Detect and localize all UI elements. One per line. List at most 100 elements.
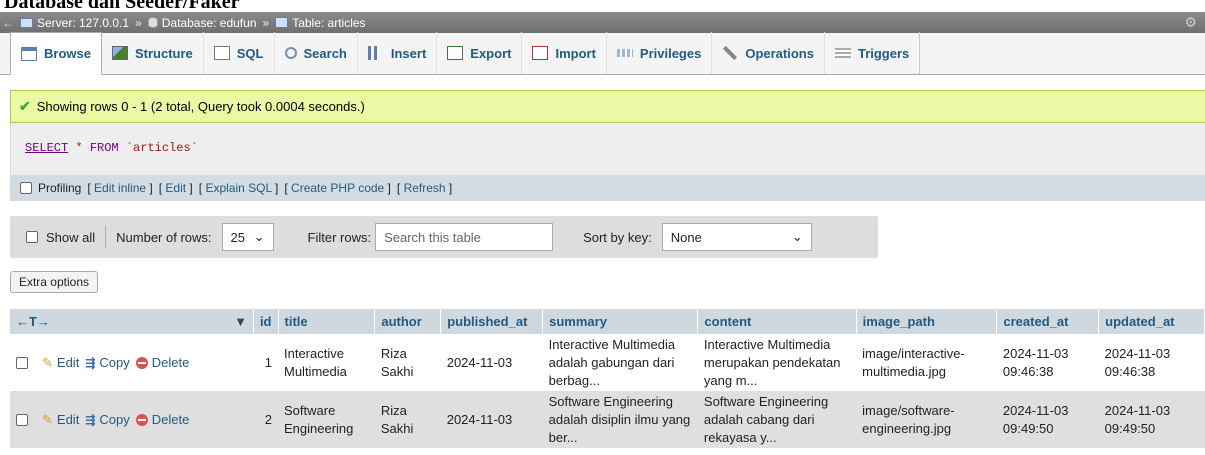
cell-published-at[interactable]: 2024-11-03 — [440, 334, 543, 391]
column-header-image-path[interactable]: image_path — [856, 309, 998, 334]
breadcrumb-table[interactable]: Table: articles — [271, 16, 369, 30]
copy-icon: ⇶ — [85, 355, 96, 370]
column-header-summary[interactable]: summary — [542, 309, 699, 334]
breadcrumb-database[interactable]: Database: edufun — [144, 16, 261, 30]
cell-image-path[interactable]: image/interactive-multimedia.jpg — [856, 334, 997, 391]
edit-link[interactable]: Edit — [165, 181, 186, 195]
success-message: ✔ Showing rows 0 - 1 (2 total, Query too… — [10, 90, 1205, 123]
delete-label: Delete — [151, 411, 190, 427]
number-of-rows-label: Number of rows: — [116, 229, 212, 245]
edit-button[interactable]: ✎ Edit — [42, 411, 79, 429]
filter-rows-input[interactable]: Search this table — [375, 223, 554, 251]
tab-export[interactable]: Export — [437, 32, 523, 74]
cell-content[interactable]: Interactive Multimedia merupakan pendeka… — [697, 334, 857, 391]
tab-label: Structure — [134, 45, 193, 61]
cell-updated-at[interactable]: 2024-11-03 09:49:50 — [1098, 391, 1205, 448]
sql-query-box: SELECT * FROM `articles` — [10, 123, 1205, 175]
column-header-created-at[interactable]: created_at — [996, 309, 1100, 334]
breadcrumb-server[interactable]: Server: 127.0.0.1 — [16, 16, 133, 30]
chevron-down-icon: ⌄ — [791, 229, 803, 244]
cell-content[interactable]: Software Engineering adalah cabang dari … — [697, 391, 857, 448]
profiling-checkbox[interactable] — [20, 182, 32, 194]
cell-updated-at[interactable]: 2024-11-03 09:46:38 — [1098, 334, 1205, 391]
column-header-title[interactable]: title — [278, 309, 376, 334]
tab-label: Browse — [44, 46, 91, 61]
tab-label: SQL — [236, 45, 264, 61]
row-actions: ✎ Edit ⇶ Copy Delete — [10, 334, 254, 391]
copy-label: Copy — [99, 354, 130, 370]
tab-insert[interactable]: Insert — [358, 32, 438, 74]
tab-sql[interactable]: SQL — [204, 32, 275, 74]
column-header-id[interactable]: id — [253, 309, 279, 334]
cell-author[interactable]: Riza Sakhi — [374, 334, 441, 391]
tab-import[interactable]: Import — [522, 32, 607, 74]
tab-browse[interactable]: Browse — [10, 32, 102, 75]
tab-bar: Browse Structure SQL Search Insert Expor… — [0, 32, 1205, 75]
cell-title[interactable]: Software Engineering — [278, 391, 375, 448]
tab-operations[interactable]: Operations — [712, 32, 825, 74]
cell-created-at[interactable]: 2024-11-03 09:49:50 — [996, 391, 1099, 448]
database-icon — [147, 17, 158, 28]
gear-icon[interactable]: ⚙ — [1184, 14, 1197, 31]
tab-structure[interactable]: Structure — [102, 32, 204, 74]
cell-id[interactable]: 2 — [253, 391, 278, 448]
copy-button[interactable]: ⇶ Copy — [85, 354, 129, 372]
operations-icon — [723, 45, 738, 61]
cell-summary[interactable]: Interactive Multimedia adalah gabungan d… — [542, 334, 698, 391]
pencil-icon: ✎ — [42, 354, 53, 370]
cell-id[interactable]: 1 — [253, 334, 278, 391]
column-header-author[interactable]: author — [374, 309, 442, 334]
tab-search[interactable]: Search — [275, 32, 358, 74]
chevron-down-icon: ⌄ — [253, 229, 265, 244]
column-arrows-header[interactable]: ←T→ ▼ — [10, 309, 254, 334]
row-checkbox[interactable] — [16, 356, 28, 369]
cell-created-at[interactable]: 2024-11-03 09:46:38 — [996, 334, 1099, 391]
column-header-content[interactable]: content — [697, 309, 857, 334]
tab-triggers[interactable]: Triggers — [825, 32, 921, 74]
delete-button[interactable]: Delete — [135, 411, 190, 429]
cell-image-path[interactable]: image/software-engineering.jpg — [856, 391, 997, 448]
sort-by-key-select[interactable]: None ⌄ — [661, 223, 812, 251]
sql-keyword-select[interactable]: SELECT — [25, 141, 68, 155]
create-php-code-link[interactable]: Create PHP code — [291, 181, 384, 195]
import-icon — [532, 46, 549, 60]
navigation-bar: Show all Number of rows: 25 ⌄ Filter row… — [10, 216, 878, 258]
check-icon: ✔ — [19, 98, 31, 114]
divider — [105, 226, 107, 248]
filter-rows-label: Filter rows: — [307, 229, 372, 245]
profiling-bar: Profiling [ Edit inline ] [ Edit ] [ Exp… — [10, 175, 1205, 201]
search-icon — [284, 47, 297, 59]
show-all-checkbox[interactable] — [26, 231, 38, 243]
table-icon — [275, 17, 289, 28]
sql-star: * — [75, 141, 83, 155]
number-of-rows-select[interactable]: 25 ⌄ — [221, 223, 274, 251]
tab-privileges[interactable]: Privileges — [607, 32, 713, 74]
insert-icon — [367, 46, 384, 60]
extra-options-button[interactable]: Extra options — [10, 271, 98, 293]
cell-summary[interactable]: Software Engineering adalah disiplin ilm… — [542, 391, 698, 448]
row-checkbox[interactable] — [16, 413, 28, 426]
delete-button[interactable]: Delete — [135, 354, 189, 372]
edit-inline-link[interactable]: Edit inline — [94, 181, 146, 195]
browse-icon — [21, 46, 37, 61]
cell-published-at[interactable]: 2024-11-03 — [440, 391, 543, 448]
column-header-published-at[interactable]: published_at — [440, 309, 544, 334]
cell-author[interactable]: Riza Sakhi — [374, 391, 441, 448]
explain-sql-link[interactable]: Explain SQL — [205, 181, 271, 195]
column-header-updated-at[interactable]: updated_at — [1098, 309, 1205, 334]
structure-icon — [111, 46, 128, 60]
cell-title[interactable]: Interactive Multimedia — [278, 334, 375, 391]
refresh-link[interactable]: Refresh — [404, 181, 446, 195]
table-header-row: ←T→ ▼ id title author published_at summa… — [10, 309, 1205, 334]
breadcrumb-separator: » — [262, 15, 270, 30]
edit-button[interactable]: ✎ Edit — [42, 354, 79, 372]
back-arrow-icon[interactable]: ← — [0, 16, 16, 30]
export-icon — [447, 46, 464, 60]
tab-label: Triggers — [857, 45, 910, 61]
sql-keyword-from: FROM — [89, 141, 119, 155]
copy-icon: ⇶ — [85, 412, 96, 427]
copy-button[interactable]: ⇶ Copy — [85, 411, 129, 429]
show-all-label: Show all — [46, 229, 96, 245]
table-row: ✎ Edit ⇶ Copy Delete 1 Interactive Multime… — [10, 334, 1205, 391]
tab-label: Operations — [745, 45, 814, 61]
